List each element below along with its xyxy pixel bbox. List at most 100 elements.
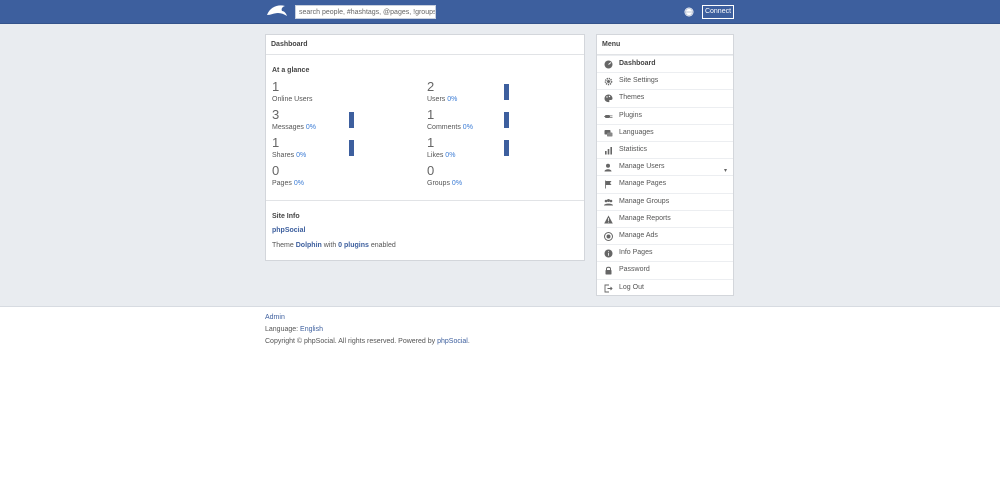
warning-icon (604, 215, 613, 224)
menu-item-label: Info Pages (619, 249, 653, 257)
flag-icon (605, 180, 612, 189)
top-navbar: search people, #hashtags, @pages, !group… (0, 0, 1000, 24)
chat-icon (604, 129, 613, 137)
stat-label: Shares 0% (272, 152, 306, 159)
dashboard-icon (604, 60, 613, 69)
info-icon (604, 249, 613, 258)
language-link[interactable]: English (300, 326, 323, 333)
stat-likes: 1 Likes 0% (427, 136, 577, 162)
menu-item-info-pages[interactable]: Info Pages (597, 244, 733, 261)
stat-label: Likes 0% (427, 152, 455, 159)
group-icon (604, 198, 613, 206)
stat-label: Online Users (272, 96, 312, 103)
admin-link[interactable]: Admin (265, 314, 285, 321)
stat-label-text: Messages (272, 124, 304, 131)
stat-sparkline-bar (504, 112, 509, 128)
stat-sparkline-bar (349, 112, 354, 128)
stat-percent: 0% (296, 152, 307, 159)
menu-item-label: Log Out (619, 283, 644, 291)
stat-label-text: Likes (427, 152, 444, 159)
menu-item-manage-ads[interactable]: Manage Ads (597, 227, 733, 244)
site-name-link[interactable]: phpSocial (272, 227, 305, 234)
menu-item-label: Themes (619, 94, 645, 102)
at-a-glance-heading: At a glance (272, 67, 310, 74)
menu-item-languages[interactable]: Languages (597, 123, 733, 141)
lock-icon (605, 267, 612, 275)
menu-item-label: Dashboard (619, 60, 656, 67)
stat-messages: 3 Messages 0% (272, 108, 422, 134)
stat-label: Pages 0% (272, 180, 304, 187)
menu-item-manage-groups[interactable]: Manage Groups (597, 192, 733, 210)
stat-label-text: Users (427, 96, 446, 103)
stat-pages: 0 Pages 0% (272, 164, 422, 190)
menu-item-manage-users[interactable]: Manage Users ▾ (597, 158, 733, 175)
user-icon (604, 163, 612, 172)
menu-item-statistics[interactable]: Statistics (597, 141, 733, 158)
stat-sparkline-bar (504, 140, 509, 156)
powered-by-link[interactable]: phpSocial (437, 338, 468, 345)
stat-online-users: 1 Online Users (272, 80, 422, 106)
page-footer: Admin Language: English Copyright © phpS… (265, 312, 470, 348)
stat-label-text: Shares (272, 152, 295, 159)
stat-comments: 1 Comments 0% (427, 108, 577, 134)
menu-item-manage-pages[interactable]: Manage Pages (597, 175, 733, 192)
menu-item-site-settings[interactable]: Site Settings (597, 72, 733, 89)
stat-number: 1 (272, 79, 280, 94)
plugins-link[interactable]: 0 plugins (338, 242, 369, 249)
bar-chart-icon (605, 147, 612, 155)
connect-button[interactable]: Connect (702, 5, 734, 19)
stat-label: Groups 0% (427, 180, 462, 187)
copyright-text: Copyright © phpSocial. All rights reserv… (265, 338, 436, 345)
globe-icon[interactable] (684, 7, 694, 17)
menu-item-label: Manage Users (619, 163, 665, 171)
stat-users: 2 Users 0% (427, 80, 577, 106)
stat-label: Messages 0% (272, 124, 316, 131)
dolphin-logo-icon[interactable] (265, 3, 289, 20)
panel-divider (266, 200, 584, 201)
menu-item-manage-reports[interactable]: Manage Reports (597, 209, 733, 227)
stat-percent: 0% (451, 180, 463, 187)
stat-percent: 0% (445, 152, 456, 159)
menu-item-themes[interactable]: Themes (597, 89, 733, 106)
menu-item-plugins[interactable]: Plugins (597, 106, 733, 124)
theme-info-text: Theme Dolphin with 0 plugins enabled (272, 242, 396, 249)
stat-number: 1 (272, 135, 280, 150)
dashboard-panel: Dashboard At a glance 1 Online Users 2 User… (265, 34, 585, 261)
stat-label-text: Comments (427, 124, 461, 131)
stat-percent: 0% (293, 180, 304, 187)
theme-mid: with (323, 242, 337, 249)
stat-label-text: Online Users (272, 96, 313, 103)
plug-icon (604, 114, 613, 118)
menu-item-dashboard[interactable]: Dashboard (597, 55, 733, 72)
stat-sparkline-bar (504, 84, 509, 100)
stat-shares: 1 Shares 0% (272, 136, 422, 162)
menu-panel-title: Menu (597, 35, 733, 55)
stat-groups: 0 Groups 0% (427, 164, 577, 190)
stat-label: Comments 0% (427, 124, 473, 131)
menu-item-log-out[interactable]: Log Out (597, 278, 733, 296)
palette-icon (604, 94, 613, 103)
menu-item-label: Site Settings (619, 77, 659, 85)
menu-item-label: Manage Pages (619, 180, 667, 188)
theme-name-link[interactable]: Dolphin (296, 242, 322, 249)
stat-label-text: Groups (427, 180, 450, 187)
stat-number: 0 (272, 163, 280, 178)
menu-item-label: Manage Ads (619, 232, 658, 239)
language-label: Language: (265, 326, 299, 333)
site-info-heading: Site Info (272, 213, 300, 220)
stat-number: 2 (427, 79, 435, 94)
stat-number: 1 (427, 135, 435, 150)
theme-prefix: Theme (272, 242, 294, 249)
stat-number: 0 (427, 163, 435, 178)
stat-number: 1 (427, 107, 435, 122)
search-input[interactable]: search people, #hashtags, @pages, !group… (295, 5, 436, 19)
menu-item-label: Plugins (619, 111, 642, 119)
dashboard-panel-title: Dashboard (266, 35, 584, 55)
logout-icon (604, 284, 613, 293)
stat-sparkline-bar (349, 140, 354, 156)
gear-icon (604, 77, 613, 86)
stat-label-text: Pages (272, 180, 292, 187)
menu-item-password[interactable]: Password (597, 261, 733, 278)
stat-percent: 0% (447, 96, 458, 103)
menu-item-label: Statistics (619, 146, 648, 153)
